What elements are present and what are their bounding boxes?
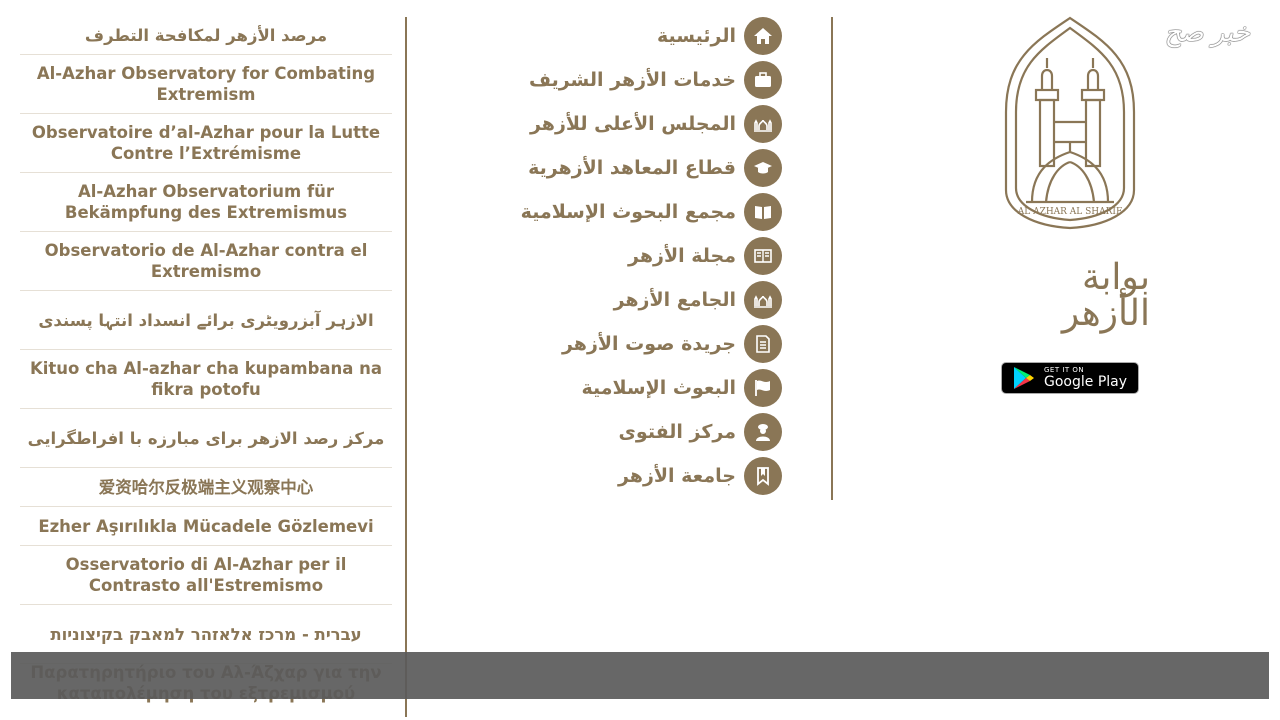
menu-item-label: قطاع المعاهد الأزهرية (528, 157, 736, 179)
language-link-arabic[interactable]: مرصد الأزهر لمكافحة التطرف (20, 16, 392, 55)
video-overlay-banner (11, 652, 1269, 699)
language-link-persian[interactable]: مرکز رصد الازهر برای مبارزه با افراطگرای… (20, 409, 392, 468)
language-link-swahili[interactable]: Kituo cha Al-azhar cha kupambana na fikr… (20, 350, 392, 409)
main-menu: الرئيسية خدمات الأزهر الشريف المجلس الأع… (430, 14, 782, 498)
menu-item-missions[interactable]: البعوث الإسلامية (430, 366, 782, 410)
menu-item-label: الجامع الأزهر (613, 289, 736, 311)
language-link-spanish[interactable]: Observatorio de Al-Azhar contra el Extre… (20, 232, 392, 291)
menu-item-mosque[interactable]: الجامع الأزهر (430, 278, 782, 322)
magazine-icon (744, 237, 782, 275)
menu-item-label: مركز الفتوى (618, 421, 736, 443)
mosque-icon (744, 105, 782, 143)
menu-item-home[interactable]: الرئيسية (430, 14, 782, 58)
menu-item-newspaper[interactable]: جريدة صوت الأزهر (430, 322, 782, 366)
menu-item-label: مجلة الأزهر (628, 245, 736, 267)
svg-text:AL AZHAR AL SHARIF: AL AZHAR AL SHARIF (1017, 207, 1123, 217)
bookmark-icon (744, 457, 782, 495)
observatory-language-list: مرصد الأزهر لمكافحة التطرف Al-Azhar Obse… (20, 16, 392, 664)
google-play-big-text: Google Play (1044, 374, 1128, 390)
watermark-text: خبر صح (1164, 18, 1250, 48)
logo-column: AL AZHAR AL SHARIF بوابة الأزهر GET IT O… (990, 12, 1150, 394)
home-icon (744, 17, 782, 55)
language-link-turkish[interactable]: Ezher Aşırılıkla Mücadele Gözlemevi (20, 507, 392, 546)
menu-item-label: جريدة صوت الأزهر (561, 333, 736, 355)
menu-item-magazine[interactable]: مجلة الأزهر (430, 234, 782, 278)
menu-item-institutes[interactable]: قطاع المعاهد الأزهرية (430, 146, 782, 190)
language-link-german[interactable]: Al-Azhar Observatorium für Bekämpfung de… (20, 173, 392, 232)
menu-item-supreme-council[interactable]: المجلس الأعلى للأزهر (430, 102, 782, 146)
menu-item-label: المجلس الأعلى للأزهر (529, 113, 736, 135)
menu-item-label: البعوث الإسلامية (581, 377, 736, 399)
open-book-icon (744, 193, 782, 231)
google-play-small-text: GET IT ON (1044, 366, 1085, 374)
briefcase-icon (744, 61, 782, 99)
language-link-french[interactable]: Observatoire d’al-Azhar pour la Lutte Co… (20, 114, 392, 173)
portal-name: بوابة الأزهر (1061, 257, 1150, 334)
menu-item-services[interactable]: خدمات الأزهر الشريف (430, 58, 782, 102)
menu-item-research-academy[interactable]: مجمع البحوث الإسلامية (430, 190, 782, 234)
al-azhar-emblem: AL AZHAR AL SHARIF (1004, 16, 1136, 230)
graduation-cap-icon (744, 149, 782, 187)
language-link-chinese[interactable]: 爱资哈尔反极端主义观察中心 (20, 468, 392, 507)
newspaper-icon (744, 325, 782, 363)
menu-item-label: جامعة الأزهر (617, 465, 736, 487)
google-play-badge[interactable]: GET IT ON Google Play (1001, 362, 1139, 394)
divider-middle (831, 17, 833, 500)
flag-icon (744, 369, 782, 407)
divider-left (405, 17, 407, 717)
menu-item-university[interactable]: جامعة الأزهر (430, 454, 782, 498)
menu-item-label: مجمع البحوث الإسلامية (520, 201, 736, 223)
language-link-italian[interactable]: Osservatorio di Al-Azhar per il Contrast… (20, 546, 392, 605)
scholar-icon (744, 413, 782, 451)
google-play-icon (1014, 367, 1034, 389)
menu-item-fatwa-center[interactable]: مركز الفتوى (430, 410, 782, 454)
language-link-english[interactable]: Al-Azhar Observatory for Combating Extre… (20, 55, 392, 114)
menu-item-label: خدمات الأزهر الشريف (528, 69, 736, 91)
language-link-urdu[interactable]: الازہر آبزرویٹری برائے انسداد انتہا پسند… (20, 291, 392, 350)
mosque-icon (744, 281, 782, 319)
menu-item-label: الرئيسية (657, 25, 736, 47)
